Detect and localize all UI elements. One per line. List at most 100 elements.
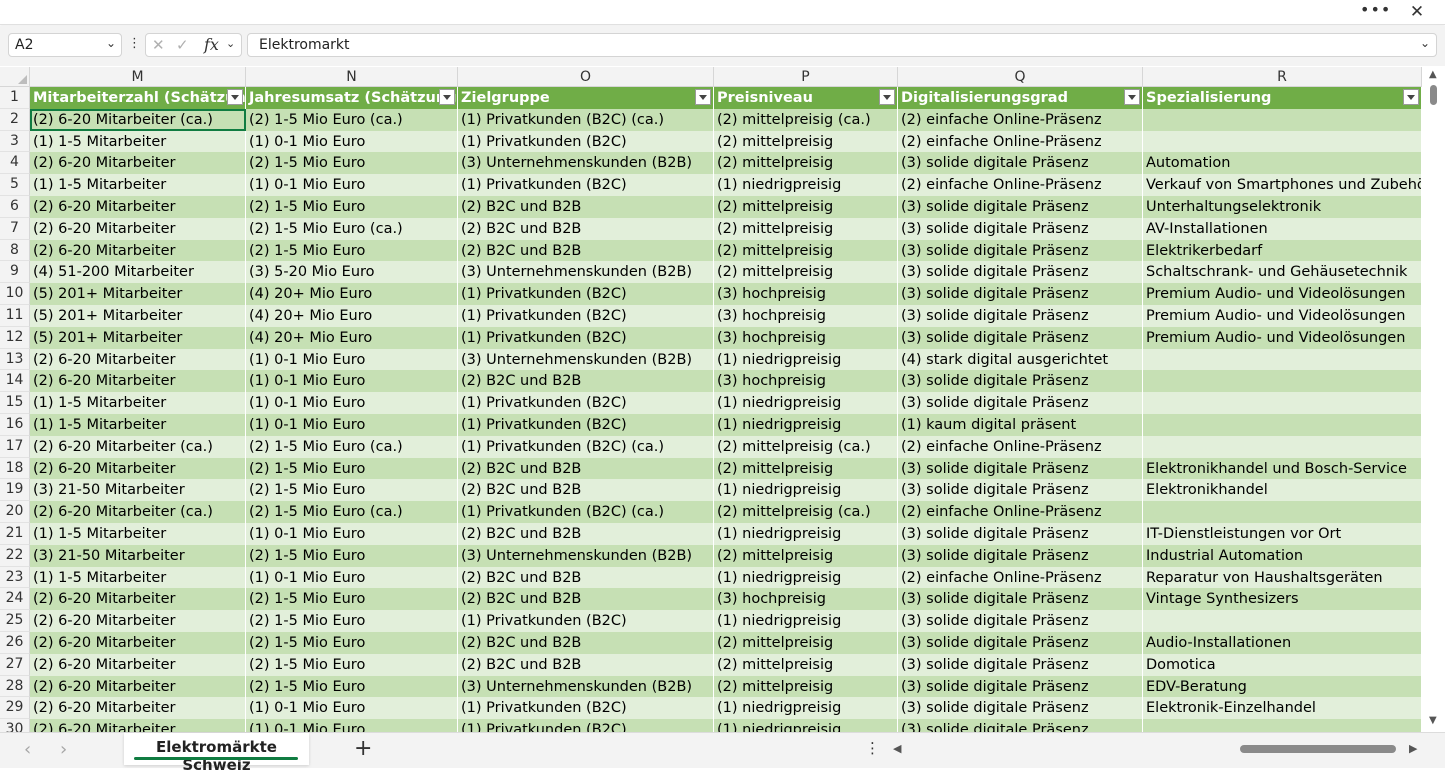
row-header[interactable]: 2 [0,108,30,131]
cell[interactable]: Premium Audio- und Videolösungen [1143,326,1422,349]
row-header[interactable]: 8 [0,239,30,262]
filter-dropdown-icon[interactable] [227,89,243,105]
column-header-q[interactable]: Q [898,67,1143,87]
cell[interactable]: (1) Privatkunden (B2C) (ca.) [458,108,714,131]
cell[interactable]: (3) solide digitale Präsenz [898,326,1143,349]
cell[interactable] [1143,414,1422,436]
cell[interactable]: (4) stark digital ausgerichtet [898,348,1143,371]
cell[interactable]: (2) mittelpreisig [714,653,898,676]
filter-dropdown-icon[interactable] [1124,89,1140,105]
cell[interactable]: (3) solide digitale Präsenz [898,283,1143,305]
cell[interactable]: (3) solide digitale Präsenz [898,632,1143,654]
vertical-scroll-thumb[interactable] [1430,85,1437,105]
cell[interactable]: (2) 6-20 Mitarbeiter [30,675,246,698]
column-header-n[interactable]: N [246,67,458,87]
cancel-icon[interactable]: ✕ [152,36,165,54]
cell[interactable]: (1) 1-5 Mitarbeiter [30,174,246,196]
cell[interactable]: (2) 6-20 Mitarbeiter [30,610,246,632]
cell[interactable]: (1) niedrigpreisig [714,566,898,589]
cell[interactable]: (1) Privatkunden (B2C) [458,414,714,436]
cell[interactable]: (2) mittelpreisig [714,196,898,218]
sheet-tab-elektromaerkte-schweiz[interactable]: Elektromärkte Schweiz [124,733,309,774]
row-header[interactable]: 30 [0,719,30,732]
cell[interactable]: (3) solide digitale Präsenz [898,653,1143,676]
cell[interactable]: (3) solide digitale Präsenz [898,457,1143,480]
cell[interactable]: (3) hochpreisig [714,326,898,349]
cell[interactable]: (1) Privatkunden (B2C) [458,697,714,720]
cell[interactable]: (2) mittelpreisig [714,632,898,654]
cell[interactable]: (2) B2C und B2B [458,370,714,393]
cell[interactable]: (3) solide digitale Präsenz [898,392,1143,414]
cell[interactable]: (1) 1-5 Mitarbeiter [30,130,246,153]
filter-dropdown-icon[interactable] [1403,89,1419,105]
previous-sheet-icon[interactable]: ‹ [24,739,31,760]
row-header[interactable]: 12 [0,326,30,349]
column-header-r[interactable]: R [1143,67,1422,87]
cell[interactable]: (3) hochpreisig [714,283,898,305]
cell[interactable]: (2) 1-5 Mio Euro [246,675,458,698]
cell[interactable]: (1) 0-1 Mio Euro [246,414,458,436]
cell[interactable]: (2) 1-5 Mio Euro [246,588,458,611]
cell[interactable]: Elektronikhandel und Bosch-Service [1143,457,1422,480]
cell[interactable]: (2) 6-20 Mitarbeiter [30,217,246,240]
cell[interactable]: (3) solide digitale Präsenz [898,610,1143,632]
cell[interactable]: (1) 1-5 Mitarbeiter [30,523,246,545]
cell[interactable]: (5) 201+ Mitarbeiter [30,283,246,305]
row-header[interactable]: 11 [0,305,30,327]
cell[interactable]: Schaltschrank- und Gehäusetechnik [1143,261,1422,284]
cell[interactable]: (2) mittelpreisig (ca.) [714,108,898,131]
cell[interactable]: (1) niedrigpreisig [714,392,898,414]
cell[interactable] [1143,501,1422,523]
cell[interactable]: (3) solide digitale Präsenz [898,588,1143,611]
cell[interactable] [1143,435,1422,458]
cell[interactable]: (3) Unternehmenskunden (B2B) [458,348,714,371]
cell[interactable]: (2) einfache Online-Präsenz [898,130,1143,153]
cell[interactable]: (1) 0-1 Mio Euro [246,697,458,720]
cell[interactable]: (2) 6-20 Mitarbeiter [30,697,246,720]
cell[interactable]: (3) solide digitale Präsenz [898,239,1143,262]
cell[interactable]: (1) 0-1 Mio Euro [246,566,458,589]
cell[interactable]: (1) 0-1 Mio Euro [246,523,458,545]
cell[interactable]: (2) B2C und B2B [458,632,714,654]
cell[interactable]: (5) 201+ Mitarbeiter [30,305,246,327]
cell[interactable]: (3) solide digitale Präsenz [898,675,1143,698]
cell[interactable]: (2) 1-5 Mio Euro [246,196,458,218]
filter-dropdown-icon[interactable] [695,89,711,105]
cell[interactable] [1143,719,1422,732]
cell[interactable]: (2) B2C und B2B [458,457,714,480]
cell[interactable]: (1) Privatkunden (B2C) [458,610,714,632]
cell[interactable]: EDV-Beratung [1143,675,1422,698]
cell[interactable]: Verkauf von Smartphones und Zubehör [1143,174,1422,196]
row-header[interactable]: 29 [0,697,30,720]
cell[interactable]: (3) 21-50 Mitarbeiter [30,544,246,567]
column-header-o[interactable]: O [458,67,714,87]
cell[interactable] [1143,108,1422,131]
cell[interactable]: (3) solide digitale Präsenz [898,479,1143,502]
cell[interactable]: (2) B2C und B2B [458,217,714,240]
cell[interactable]: (2) einfache Online-Präsenz [898,501,1143,523]
cell[interactable]: (3) solide digitale Präsenz [898,217,1143,240]
cell[interactable]: (3) solide digitale Präsenz [898,523,1143,545]
scroll-down-icon[interactable]: ▼ [1429,715,1437,726]
cell[interactable]: (2) 1-5 Mio Euro [246,479,458,502]
cell[interactable]: (2) 1-5 Mio Euro [246,544,458,567]
cell[interactable]: (1) niedrigpreisig [714,414,898,436]
cell[interactable]: (2) 6-20 Mitarbeiter (ca.) [30,108,246,131]
chevron-down-icon[interactable]: ⌄ [1420,36,1430,50]
cell[interactable]: (5) 201+ Mitarbeiter [30,326,246,349]
row-header[interactable]: 9 [0,261,30,284]
scroll-right-icon[interactable]: ▶ [1409,742,1417,755]
cell[interactable]: Industrial Automation [1143,544,1422,567]
cell[interactable] [1143,348,1422,371]
column-header-p[interactable]: P [714,67,898,87]
cell[interactable]: Premium Audio- und Videolösungen [1143,283,1422,305]
cell[interactable]: (2) 6-20 Mitarbeiter [30,196,246,218]
cell[interactable]: (2) 6-20 Mitarbeiter [30,588,246,611]
cell[interactable]: (3) Unternehmenskunden (B2B) [458,544,714,567]
cell[interactable]: (1) Privatkunden (B2C) [458,305,714,327]
cell[interactable]: (2) B2C und B2B [458,523,714,545]
cell[interactable]: (3) solide digitale Präsenz [898,370,1143,393]
scroll-left-icon[interactable]: ◀ [893,742,901,755]
cell[interactable]: (2) 6-20 Mitarbeiter [30,239,246,262]
cell[interactable]: (2) mittelpreisig [714,239,898,262]
